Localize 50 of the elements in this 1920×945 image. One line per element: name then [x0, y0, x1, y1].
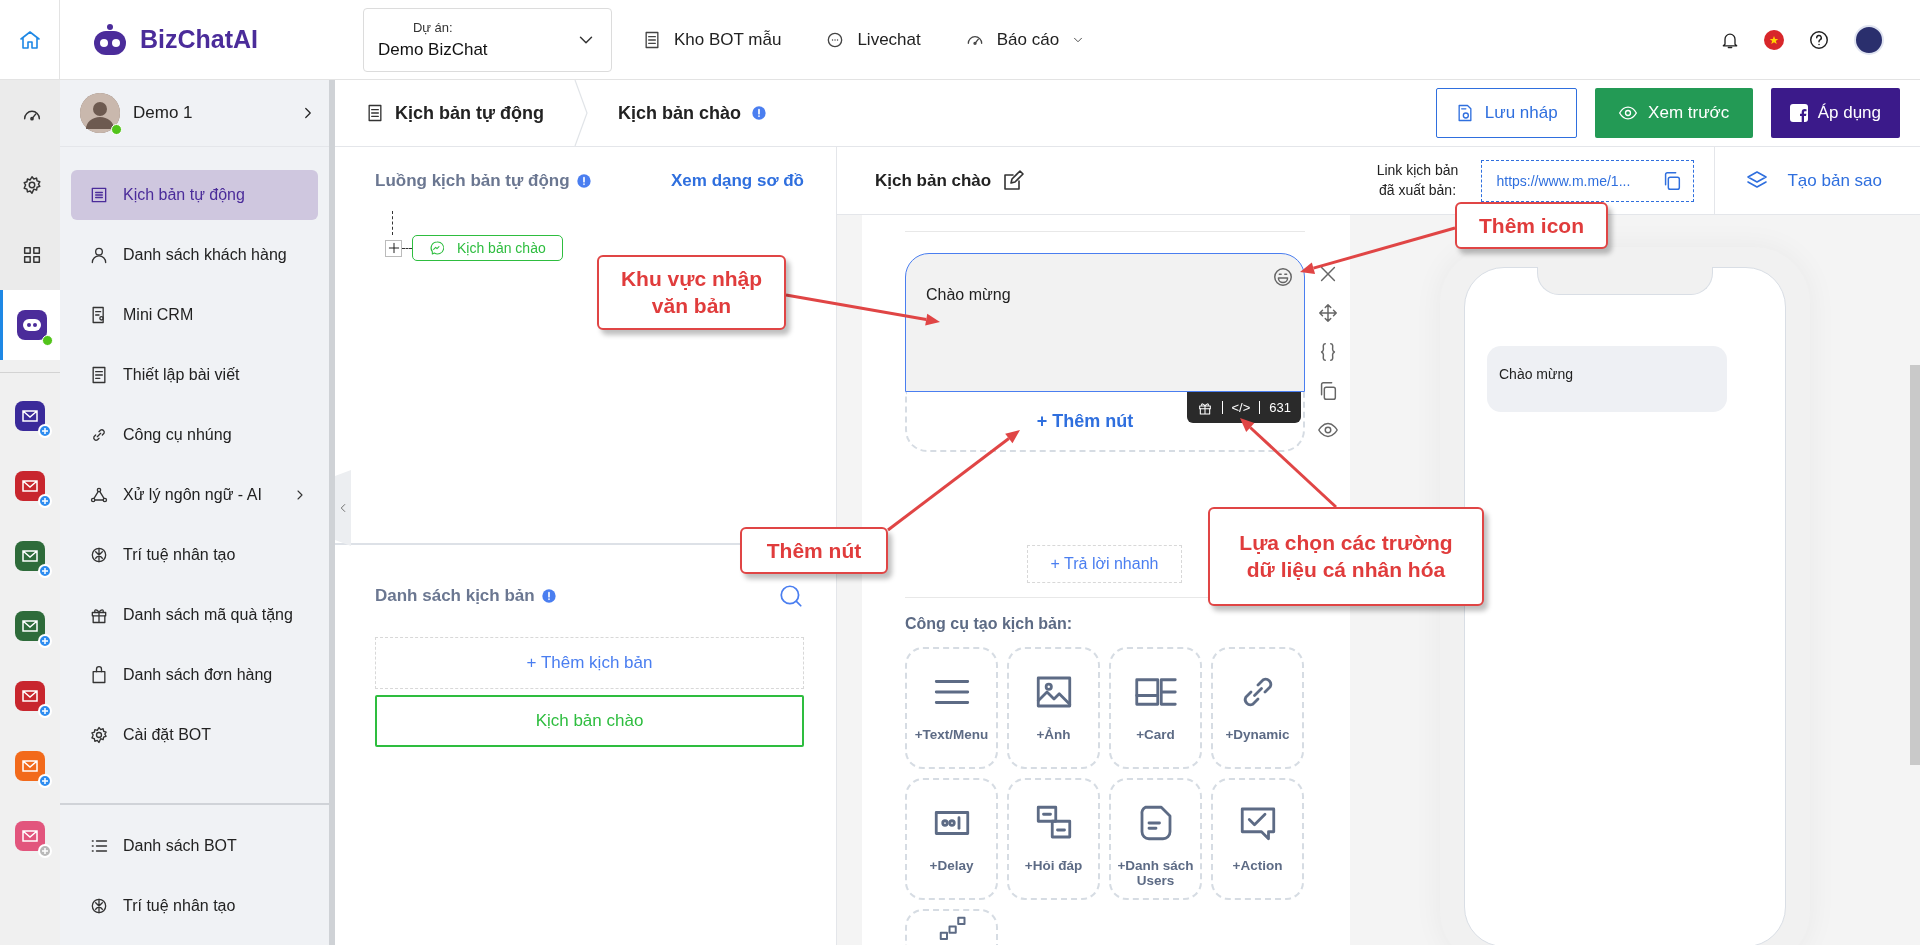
tool-tile[interactable]: +Ảnh	[1007, 647, 1100, 769]
add-script-button[interactable]: + Thêm kịch bản	[375, 637, 804, 689]
brand-name: BizChatAI	[140, 25, 259, 54]
diagram-view-link[interactable]: Xem dạng sơ đồ	[671, 171, 804, 191]
script-title: Kịch bản chào	[875, 170, 992, 191]
character-count: 631	[1269, 400, 1291, 415]
code-tag-button[interactable]: </>	[1231, 400, 1251, 415]
sidebar-item[interactable]: Danh sách khách hàng	[71, 230, 318, 280]
annotation-callout: Thêm icon	[1455, 202, 1608, 250]
nav-link[interactable]: Báo cáo	[964, 29, 1086, 50]
sidebar-item[interactable]: Kịch bản tự động	[71, 170, 318, 220]
breadcrumb-item[interactable]: Kịch bản tự động	[395, 102, 545, 124]
sidebar-item[interactable]: Trí tuệ nhân tạo	[71, 530, 318, 580]
tools-title: Công cụ tạo kịch bản:	[905, 615, 1074, 633]
tool-tile[interactable]: +Hỏi đáp	[1007, 778, 1100, 900]
project-select[interactable]: Dự án: Demo BizChat	[363, 7, 612, 72]
tool-tile[interactable]: +Text/Menu	[905, 647, 998, 769]
nav-link[interactable]: Livechat	[825, 29, 921, 50]
quick-reply-button[interactable]: + Trả lời nhanh	[1027, 545, 1182, 583]
draft-button[interactable]: Lưu nháp	[1435, 88, 1577, 138]
chat-bubble: Chào mừng	[1487, 346, 1727, 412]
sidebar-item[interactable]: Danh sách đơn hàng	[71, 650, 318, 700]
panel-title: Luồng kịch bản tự động	[375, 171, 570, 191]
sidebar-item[interactable]: Công cụ nhúng	[71, 410, 318, 460]
tool-tile[interactable]: +Dynamic	[1211, 647, 1304, 769]
sidebar-item[interactable]: Danh sách mã quà tặng	[71, 590, 318, 640]
sidebar-item[interactable]: Xử lý ngôn ngữ - AI	[71, 470, 318, 520]
sidebar-item[interactable]: Danh sách BOT	[71, 821, 318, 871]
published-link-field[interactable]: https://www.m.me/1...	[1481, 159, 1695, 202]
profile-name: Demo 1	[133, 103, 194, 123]
annotation-callout: Thêm nút	[740, 527, 888, 575]
tool-tile[interactable]: +Card	[1109, 647, 1202, 769]
breadcrumb-item: Kịch bản chào	[618, 102, 742, 124]
add-button-link[interactable]: + Thêm nút	[1030, 409, 1140, 433]
tool-tile[interactable]: +Action	[1211, 778, 1304, 900]
duplicate-button[interactable]: Tạo bản sao	[1714, 147, 1920, 215]
link-label: Link kịch bản đã xuất bản:	[1375, 160, 1460, 200]
apply-button[interactable]: Áp dụng	[1770, 88, 1900, 138]
tool-tile[interactable]: +Danh sách Users	[1109, 778, 1202, 900]
sidebar-item[interactable]: Mini CRM	[71, 290, 318, 340]
annotation-callout: Lựa chọn các trường dữ liệu cá nhân hóa	[1208, 507, 1484, 606]
nav-link[interactable]: Kho BOT mẫu	[642, 29, 782, 50]
message-text-field[interactable]: Chào mừng	[905, 253, 1305, 392]
sidebar-item[interactable]: Cài đặt BOT	[71, 710, 318, 760]
sidebar-item[interactable]: Thiết lập bài viết	[71, 350, 318, 400]
preview-button[interactable]: Xem trước	[1594, 88, 1753, 138]
annotation-callout: Khu vực nhập văn bản	[597, 255, 786, 330]
panel-title: Danh sách kịch bản	[375, 586, 535, 606]
tool-tile[interactable]: +Delay	[905, 778, 998, 900]
sidebar-item[interactable]: Trí tuệ nhân tạo	[71, 881, 318, 931]
